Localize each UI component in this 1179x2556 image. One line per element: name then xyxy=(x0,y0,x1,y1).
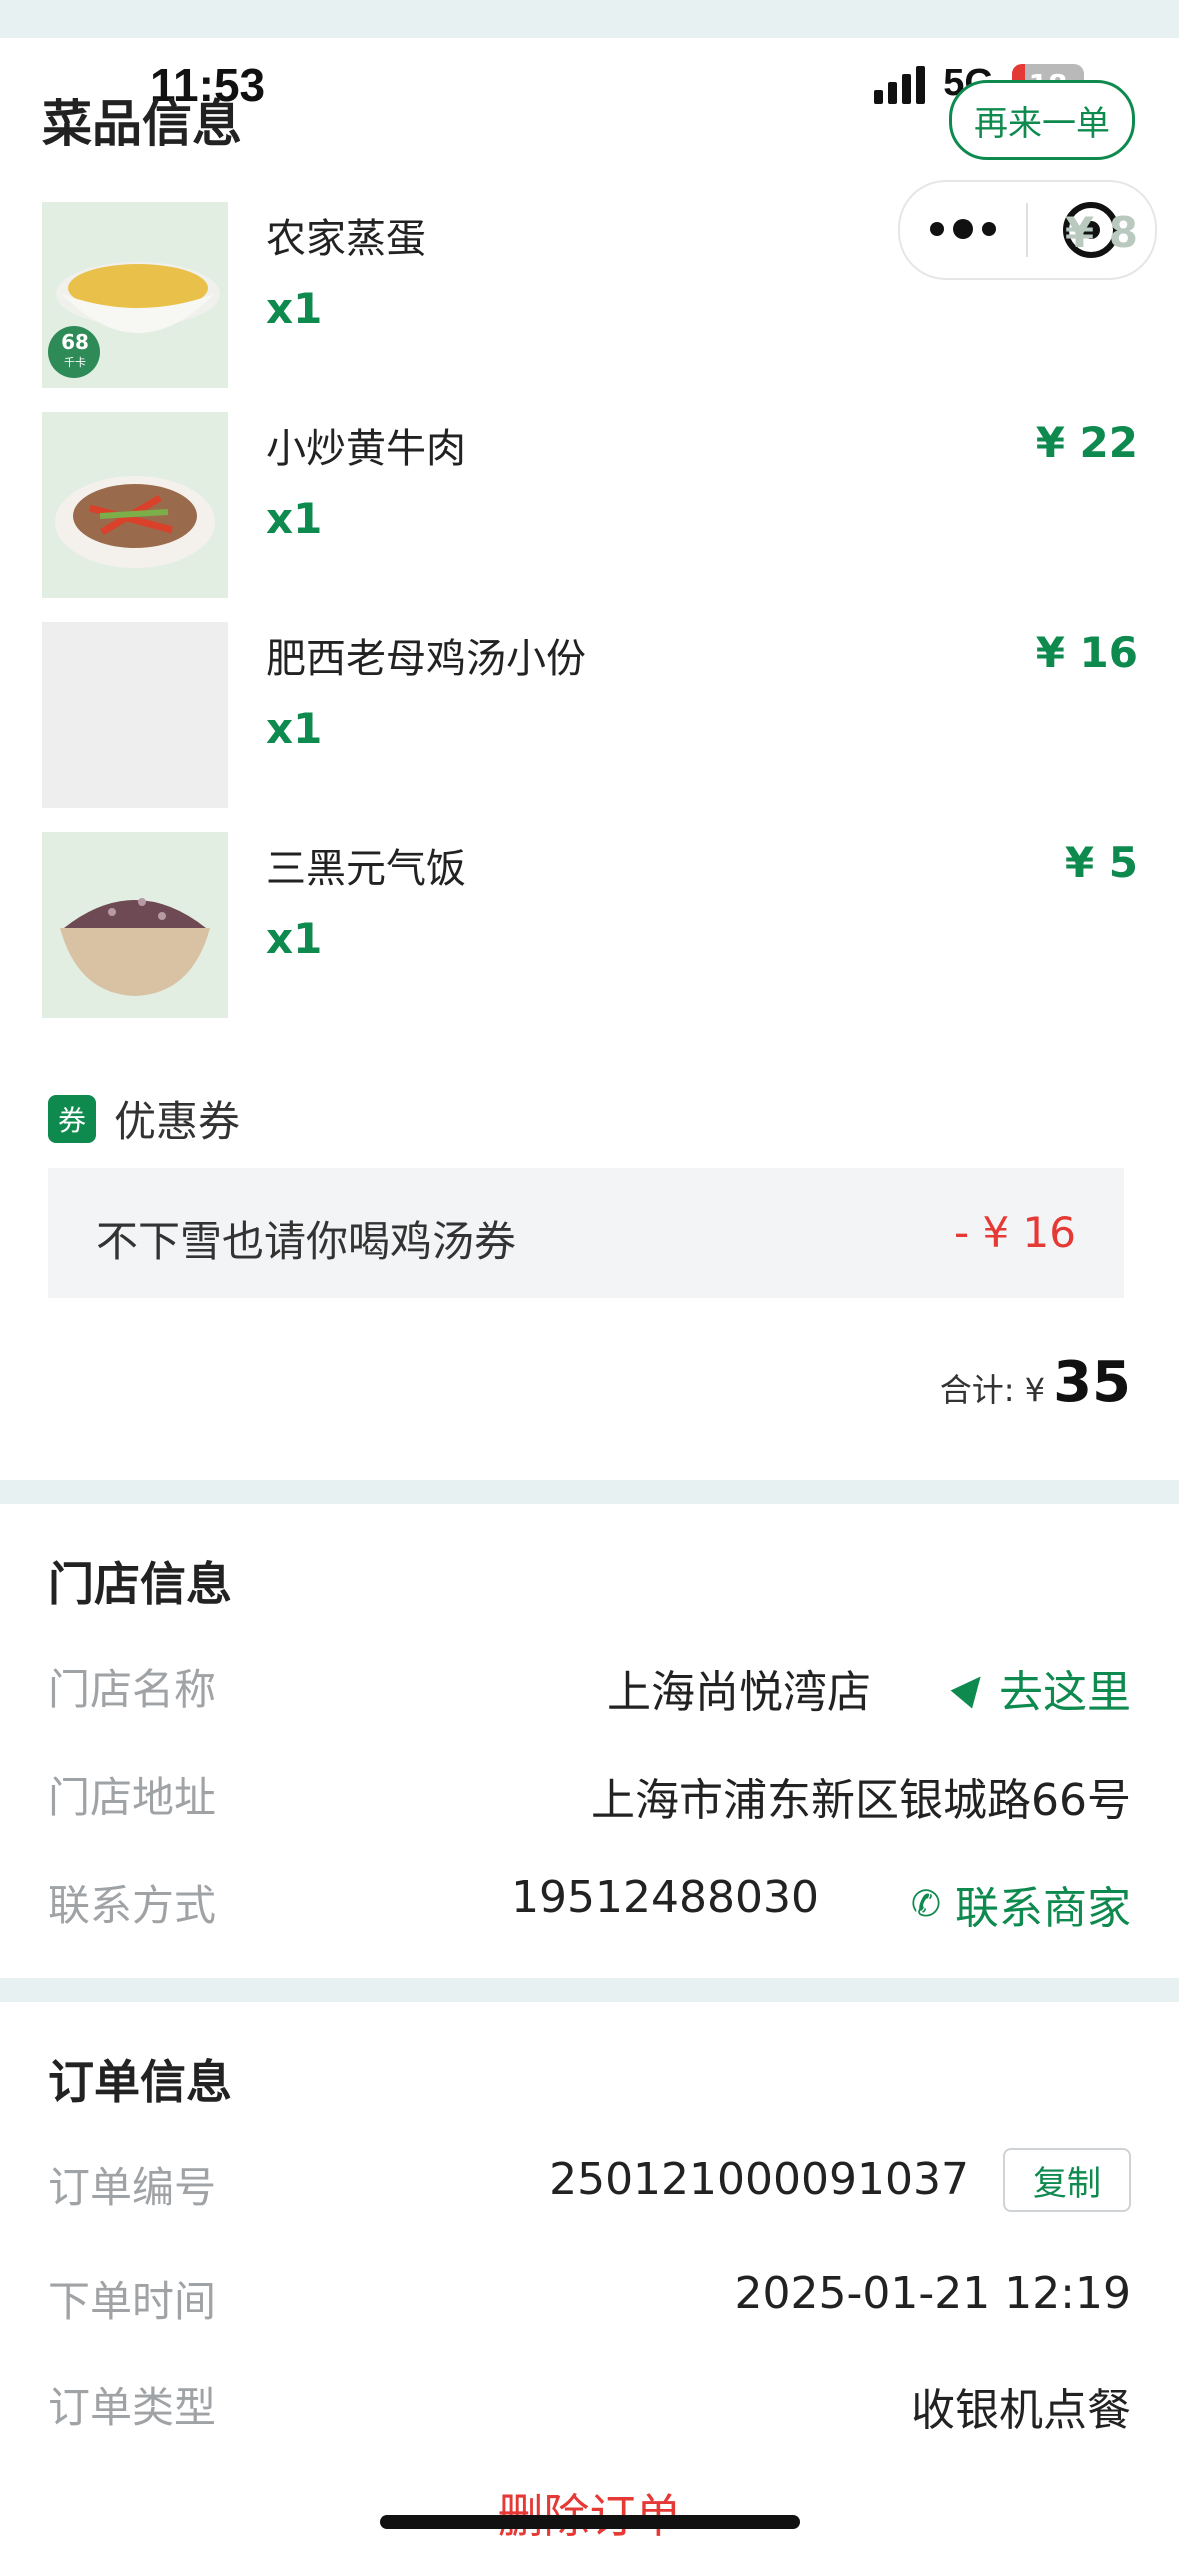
store-address-label: 门店地址 xyxy=(48,1773,217,1822)
order-section-title: 订单信息 xyxy=(48,2055,232,2109)
total-label: 合计: ¥ xyxy=(939,1371,1046,1409)
order-time-row: 下单时间 2025-01-21 12:19 xyxy=(48,2268,1131,2328)
order-type-row: 订单类型 收银机点餐 xyxy=(48,2374,1131,2436)
coupon-header: 券 优惠券 xyxy=(48,1088,240,1149)
dishes-section-title: 菜品信息 xyxy=(42,95,242,153)
coupon-card: 不下雪也请你喝鸡汤券 - ¥ 16 xyxy=(48,1168,1124,1298)
order-time: 2025-01-21 12:19 xyxy=(734,2268,1132,2319)
phone-icon: ✆ xyxy=(910,1883,941,1925)
dish-name: 农家蒸蛋 xyxy=(266,216,426,262)
store-name: 上海尚悦湾店 xyxy=(607,1667,871,1718)
home-indicator[interactable] xyxy=(380,2515,800,2529)
dish-image: 68 千卡 xyxy=(42,202,228,388)
total-value: 35 xyxy=(1053,1350,1131,1415)
order-total: 合计: ¥ 35 xyxy=(940,1350,1131,1415)
kcal-unit: 千卡 xyxy=(64,356,86,369)
top-divider-band xyxy=(0,0,1179,38)
store-section-title: 门店信息 xyxy=(48,1557,232,1611)
copy-button[interactable]: 复制 xyxy=(1003,2148,1131,2212)
order-number-label: 订单编号 xyxy=(48,2163,217,2212)
store-phone: 19512488030 xyxy=(511,1872,819,1923)
coupon-amount: - ¥ 16 xyxy=(953,1208,1076,1257)
reorder-button[interactable]: 再来一单 xyxy=(949,80,1135,160)
store-contact-row: 联系方式 19512488030 ✆ 联系商家 xyxy=(48,1872,1131,1934)
store-name-row: 门店名称 上海尚悦湾店 去这里 xyxy=(48,1656,1131,1718)
delete-order-button[interactable]: 删除订单 xyxy=(0,2480,1179,2546)
order-number: 250121000091037 xyxy=(549,2154,969,2205)
dish-qty: x1 xyxy=(266,494,323,543)
store-address-row: 门店地址 上海市浦东新区银城路66号 xyxy=(48,1764,1131,1826)
section-divider xyxy=(0,1978,1179,2002)
store-contact-label: 联系方式 xyxy=(48,1881,217,1930)
dish-qty: x1 xyxy=(266,284,323,333)
store-name-label: 门店名称 xyxy=(48,1665,217,1714)
kcal-badge: 68 xyxy=(61,330,89,354)
order-number-row: 订单编号 250121000091037 复制 xyxy=(48,2148,1131,2214)
order-type-label: 订单类型 xyxy=(48,2383,217,2432)
dish-name: 三黑元气饭 xyxy=(266,846,466,892)
dish-image xyxy=(42,412,228,598)
dish-qty: x1 xyxy=(266,704,323,753)
dish-price: ¥ 8 xyxy=(1064,208,1138,257)
coupon-name: 不下雪也请你喝鸡汤券 xyxy=(96,1217,517,1266)
store-address: 上海市浦东新区银城路66号 xyxy=(591,1775,1131,1826)
contact-merchant-label: 联系商家 xyxy=(955,1883,1131,1934)
contact-merchant-button[interactable]: ✆ 联系商家 xyxy=(911,1872,1131,1936)
navigation-arrow-icon xyxy=(950,1667,992,1709)
navigate-label: 去这里 xyxy=(999,1667,1131,1718)
order-type: 收银机点餐 xyxy=(911,2385,1131,2436)
dish-qty: x1 xyxy=(266,914,323,963)
section-divider xyxy=(0,1480,1179,1504)
dish-item[interactable]: 小炒黄牛肉 x1 ¥ 22 xyxy=(42,412,1138,598)
dish-price: ¥ 16 xyxy=(1035,628,1138,677)
navigate-button[interactable]: 去这里 xyxy=(950,1656,1131,1720)
order-time-label: 下单时间 xyxy=(48,2277,217,2326)
dish-price: ¥ 22 xyxy=(1035,418,1138,467)
coupon-title: 优惠券 xyxy=(114,1097,241,1146)
coupon-icon: 券 xyxy=(48,1094,96,1143)
dish-item[interactable]: 肥西老母鸡汤小份 x1 ¥ 16 xyxy=(42,622,1138,808)
dish-item[interactable]: 68 千卡 农家蒸蛋 x1 ¥ 8 xyxy=(42,202,1138,388)
dish-name: 小炒黄牛肉 xyxy=(266,426,466,472)
dish-image-placeholder xyxy=(42,622,228,808)
dish-price: ¥ 5 xyxy=(1064,838,1138,887)
signal-icon xyxy=(874,64,926,104)
dish-name: 肥西老母鸡汤小份 xyxy=(266,636,586,682)
dish-item[interactable]: 三黑元气饭 x1 ¥ 5 xyxy=(42,832,1138,1018)
dish-image xyxy=(42,832,228,1018)
